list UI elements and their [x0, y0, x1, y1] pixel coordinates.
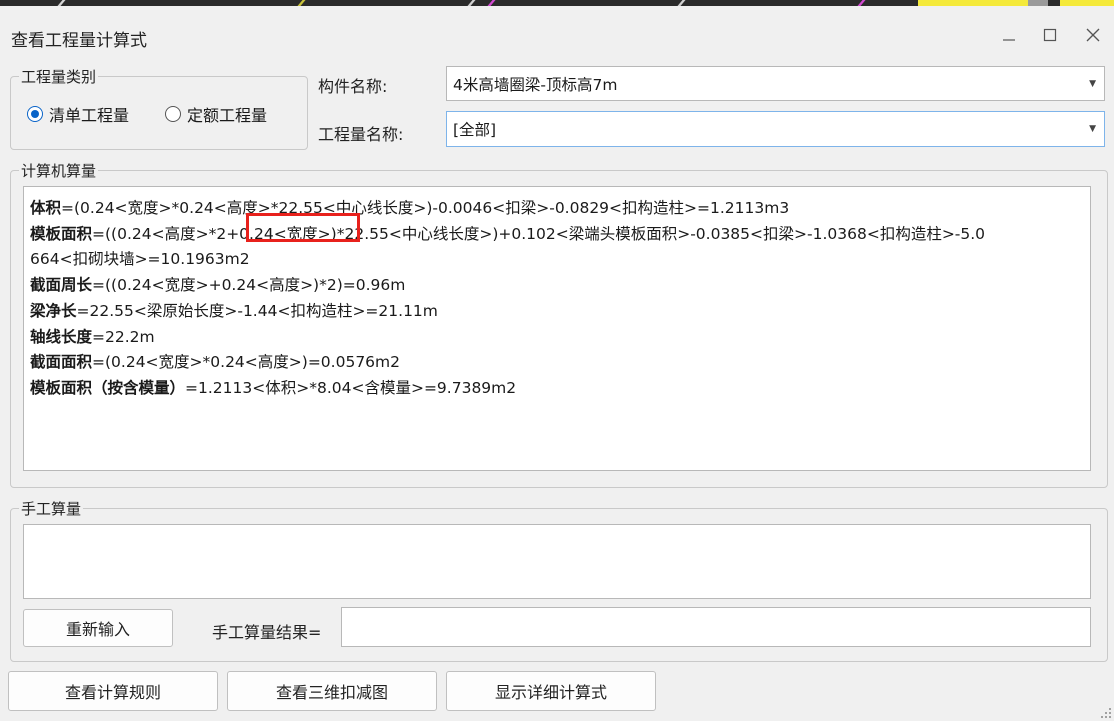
calc-line: 截面周长=((0.24<宽度>+0.24<高度>)*2)=0.96m: [30, 276, 406, 295]
calc-formula-list: 体积=(0.24<宽度>*0.24<高度>*22.55<中心线长度>)-0.00…: [30, 196, 1080, 402]
component-name-label: 构件名称:: [318, 77, 388, 96]
manual-calc-textarea[interactable]: [23, 524, 1091, 599]
quantity-name-value: [全部]: [453, 121, 497, 139]
show-detail-formula-button[interactable]: 显示详细计算式: [446, 671, 656, 711]
window-title: 查看工程量计算式: [11, 31, 147, 51]
manual-result-input[interactable]: [341, 607, 1091, 647]
component-name-select[interactable]: 4米高墙圈梁-顶标高7m ▼: [446, 66, 1105, 101]
radio-bill-quantity-label: 清单工程量: [49, 106, 130, 125]
computer-calc-legend: 计算机算量: [21, 162, 97, 180]
quantity-type-legend: 工程量类别: [21, 68, 97, 86]
resize-grip-icon[interactable]: [1100, 707, 1112, 719]
calc-line: 664<扣砌块墙>=10.1963m2: [30, 250, 250, 269]
manual-result-label: 手工算量结果=: [212, 623, 322, 642]
radio-unselected-icon: [165, 106, 181, 122]
close-icon: [1086, 28, 1100, 42]
quantity-name-select[interactable]: [全部] ▼: [446, 111, 1105, 147]
view-rules-button[interactable]: 查看计算规则: [8, 671, 218, 711]
radio-norm-quantity[interactable]: 定额工程量: [165, 102, 267, 126]
calc-line: 梁净长=22.55<梁原始长度>-1.44<扣构造柱>=21.11m: [30, 301, 438, 320]
close-button[interactable]: [1077, 20, 1109, 50]
title-bar: 查看工程量计算式: [0, 6, 1114, 58]
calc-line: 截面面积=(0.24<宽度>*0.24<高度>)=0.0576m2: [30, 353, 401, 372]
component-name-value: 4米高墙圈梁-顶标高7m: [453, 75, 618, 94]
calc-line: 轴线长度=22.2m: [30, 327, 155, 346]
quantity-name-label: 工程量名称:: [318, 125, 404, 144]
radio-selected-icon: [27, 106, 43, 122]
maximize-icon: [1043, 28, 1057, 42]
calc-line: 模板面积=((0.24<高度>*2+0.24<宽度>)*22.55<中心线长度>…: [30, 224, 986, 243]
chevron-down-icon: ▼: [1089, 124, 1096, 134]
calc-line: 模板面积（按含模量）=1.2113<体积>*8.04<含模量>=9.7389m2: [30, 378, 517, 397]
chevron-down-icon: ▼: [1089, 78, 1096, 89]
reenter-button[interactable]: 重新输入: [23, 609, 173, 647]
minimize-button[interactable]: [993, 20, 1025, 50]
minimize-icon: [1003, 39, 1015, 41]
radio-norm-quantity-label: 定额工程量: [187, 106, 268, 125]
calc-line: 体积=(0.24<宽度>*0.24<高度>*22.55<中心线长度>)-0.00…: [30, 199, 790, 217]
manual-calc-legend: 手工算量: [21, 500, 82, 518]
maximize-button[interactable]: [1034, 20, 1066, 50]
view-3d-deduction-button[interactable]: 查看三维扣减图: [227, 671, 437, 711]
radio-bill-quantity[interactable]: 清单工程量: [27, 102, 129, 126]
